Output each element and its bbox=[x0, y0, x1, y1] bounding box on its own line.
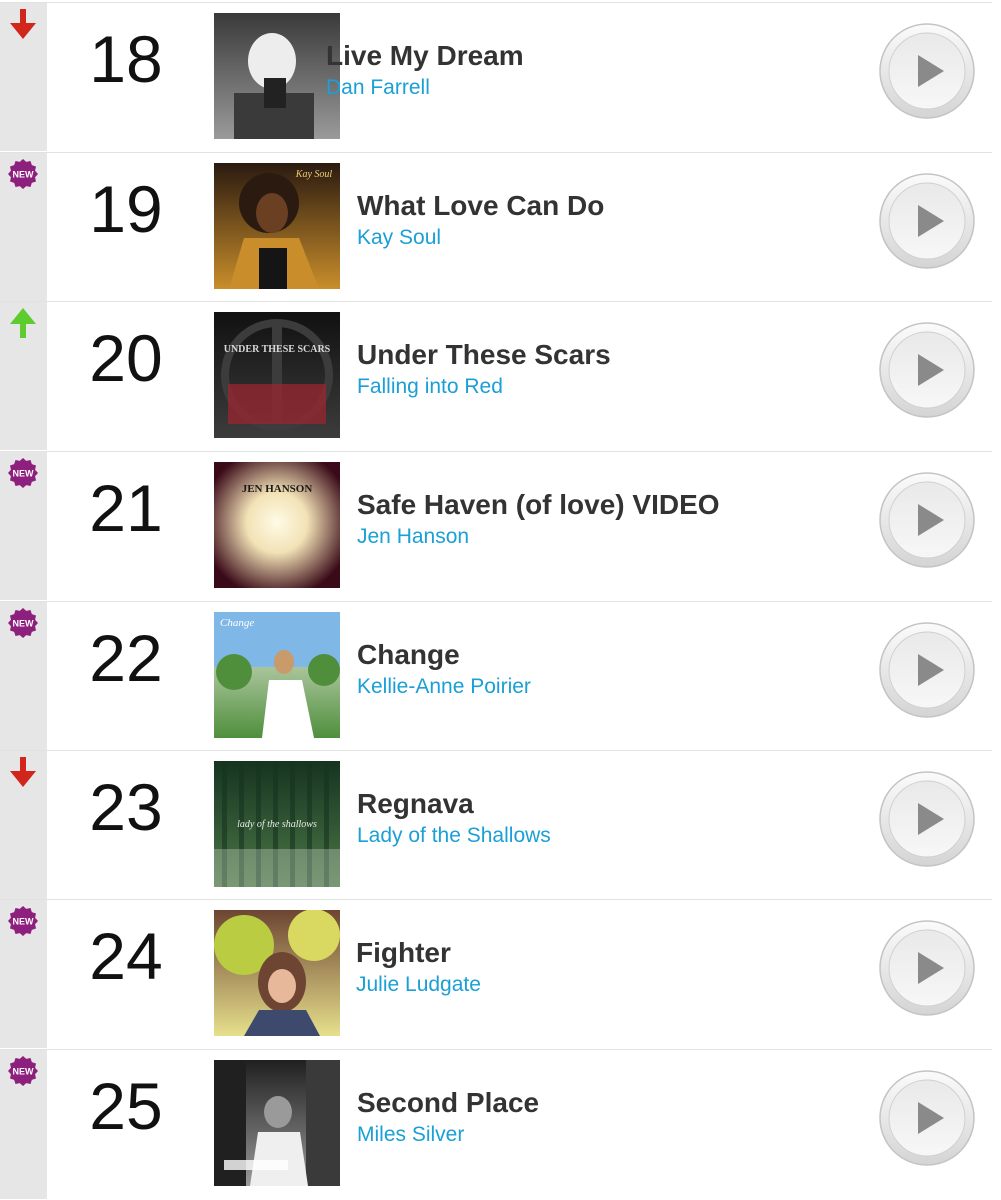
play-icon bbox=[878, 770, 976, 868]
artist-link[interactable]: Lady of the Shallows bbox=[357, 822, 551, 850]
cover-text: lady of the shallows bbox=[237, 819, 317, 830]
track-title: Live My Dream bbox=[326, 40, 524, 71]
track-title: Safe Haven (of love) VIDEO bbox=[357, 489, 720, 520]
artist-link[interactable]: Falling into Red bbox=[357, 373, 611, 401]
movement-column: NEW bbox=[0, 900, 47, 1048]
track-title: Fighter bbox=[356, 937, 451, 968]
chart-position: 22 bbox=[89, 621, 163, 695]
new-badge-label: NEW bbox=[13, 469, 35, 479]
new-badge-icon: NEW bbox=[7, 1055, 39, 1087]
album-cover[interactable]: Change bbox=[214, 612, 340, 738]
movement-column: NEW bbox=[0, 602, 47, 750]
track-info: Second Place Miles Silver bbox=[357, 1086, 539, 1149]
chart-position: 24 bbox=[89, 919, 163, 993]
play-button[interactable] bbox=[878, 321, 976, 419]
chart-row: NEW 22 Change Change Kellie-Anne Poirier bbox=[0, 601, 992, 750]
movement-column: NEW bbox=[0, 1050, 47, 1199]
track-info: Under These Scars Falling into Red bbox=[357, 338, 611, 401]
movement-column bbox=[0, 751, 47, 899]
track-title: Regnava bbox=[357, 788, 474, 819]
play-icon bbox=[878, 919, 976, 1017]
artist-link[interactable]: Jen Hanson bbox=[357, 523, 720, 551]
arrow-down-icon bbox=[7, 8, 39, 40]
chart-row: 18 Live My Dream Dan Farrell bbox=[0, 2, 992, 151]
track-title: Under These Scars bbox=[357, 339, 611, 370]
arrow-up-icon bbox=[7, 307, 39, 339]
chart-position: 19 bbox=[89, 172, 163, 246]
album-cover[interactable]: JEN HANSON bbox=[214, 462, 340, 588]
new-badge-icon: NEW bbox=[7, 607, 39, 639]
artist-link[interactable]: Julie Ludgate bbox=[356, 971, 481, 999]
new-badge-icon: NEW bbox=[7, 158, 39, 190]
cover-text: UNDER THESE SCARS bbox=[224, 344, 331, 355]
arrow-down-icon bbox=[7, 756, 39, 788]
artist-link[interactable]: Kellie-Anne Poirier bbox=[357, 673, 531, 701]
new-badge-icon: NEW bbox=[7, 905, 39, 937]
play-button[interactable] bbox=[878, 22, 976, 120]
chart-row: NEW 19 Kay Soul What Love Can Do Kay Soul bbox=[0, 152, 992, 301]
play-button[interactable] bbox=[878, 172, 976, 270]
chart-position: 20 bbox=[89, 321, 163, 395]
movement-column: NEW bbox=[0, 153, 47, 301]
album-cover[interactable] bbox=[214, 910, 340, 1036]
album-cover[interactable] bbox=[214, 1060, 340, 1186]
new-badge-label: NEW bbox=[13, 1067, 35, 1077]
chart-position: 18 bbox=[89, 22, 163, 96]
track-info: Fighter Julie Ludgate bbox=[356, 936, 481, 999]
album-cover[interactable]: lady of the shallows bbox=[214, 761, 340, 887]
play-button[interactable] bbox=[878, 621, 976, 719]
artist-link[interactable]: Kay Soul bbox=[357, 224, 604, 252]
play-icon bbox=[878, 22, 976, 120]
cover-text: JEN HANSON bbox=[242, 483, 313, 495]
album-cover[interactable]: UNDER THESE SCARS bbox=[214, 312, 340, 438]
movement-column: NEW bbox=[0, 452, 47, 600]
movement-column bbox=[0, 3, 47, 151]
chart-list: 18 Live My Dream Dan Farrell NEW 19 Kay Soul W… bbox=[0, 0, 1001, 1200]
play-icon bbox=[878, 621, 976, 719]
track-info: What Love Can Do Kay Soul bbox=[357, 189, 604, 252]
chart-position: 25 bbox=[89, 1069, 163, 1143]
track-info: Live My Dream Dan Farrell bbox=[326, 39, 524, 102]
new-badge-label: NEW bbox=[13, 619, 35, 629]
play-button[interactable] bbox=[878, 770, 976, 868]
play-button[interactable] bbox=[878, 1069, 976, 1167]
track-title: What Love Can Do bbox=[357, 190, 605, 221]
cover-text: Change bbox=[220, 617, 254, 629]
movement-column bbox=[0, 302, 47, 450]
chart-position: 21 bbox=[89, 471, 163, 545]
chart-row: 23 lady of the shallows Regnava Lady of the… bbox=[0, 750, 992, 899]
chart-row: 20 UNDER THESE SCARS Under These Scars Fall… bbox=[0, 301, 992, 450]
track-info: Safe Haven (of love) VIDEO Jen Hanson bbox=[357, 488, 720, 551]
track-info: Regnava Lady of the Shallows bbox=[357, 787, 551, 850]
chart-row: NEW 25 Second Place Miles Silver bbox=[0, 1049, 992, 1199]
play-button[interactable] bbox=[878, 471, 976, 569]
artist-link[interactable]: Dan Farrell bbox=[326, 74, 524, 102]
track-info: Change Kellie-Anne Poirier bbox=[357, 638, 531, 701]
album-cover[interactable]: Kay Soul bbox=[214, 163, 340, 289]
album-cover[interactable] bbox=[214, 13, 340, 139]
chart-position: 23 bbox=[89, 770, 163, 844]
play-button[interactable] bbox=[878, 919, 976, 1017]
track-title: Change bbox=[357, 639, 460, 670]
chart-row: NEW 21 JEN HANSON Safe Haven (of love) VIDE… bbox=[0, 451, 992, 600]
track-title: Second Place bbox=[357, 1087, 540, 1118]
chart-row: NEW 24 Fighter Julie Ludgate bbox=[0, 899, 992, 1048]
new-badge-label: NEW bbox=[13, 917, 35, 927]
new-badge-label: NEW bbox=[13, 170, 35, 180]
play-icon bbox=[878, 471, 976, 569]
play-icon bbox=[878, 172, 976, 270]
play-icon bbox=[878, 321, 976, 419]
cover-text: Kay Soul bbox=[295, 169, 333, 180]
new-badge-icon: NEW bbox=[7, 457, 39, 489]
artist-link[interactable]: Miles Silver bbox=[357, 1121, 539, 1149]
play-icon bbox=[878, 1069, 976, 1167]
